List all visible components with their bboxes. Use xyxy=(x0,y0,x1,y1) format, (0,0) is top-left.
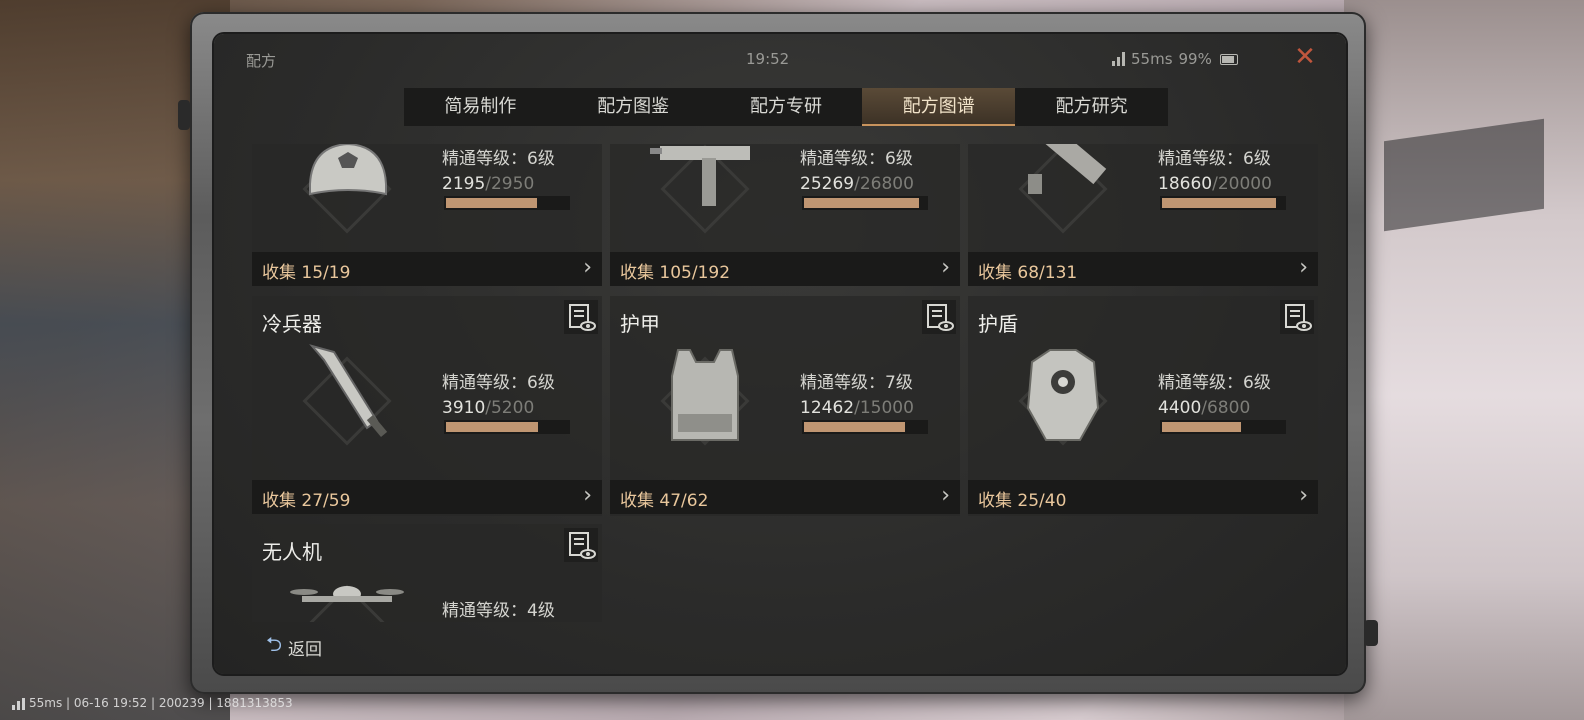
collection-row[interactable]: 收集 105/192 › xyxy=(610,252,960,286)
debug-footer: 55ms | 06-16 19:52 | 200239 | 1881313853 xyxy=(12,696,293,710)
cap-icon xyxy=(302,144,392,234)
smg-icon xyxy=(650,144,750,234)
battery-icon xyxy=(1219,53,1238,65)
category-name: 护甲 xyxy=(620,312,660,336)
collection-count: 收集 47/62 xyxy=(620,491,709,511)
category-card-headgear[interactable]: 精通等级：6级 2195/2950 收集 15/19 › xyxy=(252,144,602,286)
mastery-progress-fill xyxy=(446,198,537,208)
chevron-right-icon: › xyxy=(583,483,592,508)
category-card-armor[interactable]: 护甲 精通等级：7级 12462/15000 收集 47/62 › xyxy=(610,296,960,516)
category-card-drone[interactable]: 无人机 精通等级：4级 xyxy=(252,524,602,622)
back-arrow-icon: ⮌ xyxy=(266,632,283,656)
mastery-progress-bar xyxy=(1160,196,1286,210)
mastery-progress-fill xyxy=(804,422,905,432)
mastery-level: 精通等级：4级 xyxy=(442,601,555,621)
tab-simple-craft[interactable]: 简易制作 xyxy=(404,88,557,126)
collection-row[interactable]: 收集 47/62 › xyxy=(610,480,960,514)
mastery-progress-fill xyxy=(446,422,538,432)
category-card-melee[interactable]: 冷兵器 精通等级：6级 3910/5200 收集 27/59 › xyxy=(252,296,602,516)
launcher-icon xyxy=(1018,144,1108,234)
category-card-firearms[interactable]: 精通等级：6级 25269/26800 收集 105/192 › xyxy=(610,144,960,286)
mastery-progress-fill xyxy=(1162,198,1276,208)
mastery-progress-bar xyxy=(1160,420,1286,434)
collection-row[interactable]: 收集 68/131 › xyxy=(968,252,1318,286)
collection-count: 收集 105/192 xyxy=(620,263,731,283)
clock: 19:52 xyxy=(746,50,790,68)
chevron-right-icon: › xyxy=(583,255,592,280)
chevron-right-icon: › xyxy=(941,483,950,508)
tab-recipe-study[interactable]: 配方专研 xyxy=(710,88,863,126)
screen-title: 配方 xyxy=(246,52,277,70)
recipe-book-icon[interactable] xyxy=(1280,300,1314,334)
mastery-progress-fill xyxy=(804,198,919,208)
mastery-progress-bar xyxy=(802,196,928,210)
recipe-book-icon[interactable] xyxy=(922,300,956,334)
collection-row[interactable]: 收集 27/59 › xyxy=(252,480,602,514)
tab-bar: 简易制作 配方图鉴 配方专研 配方图谱 配方研究 xyxy=(404,88,1168,126)
close-icon: ✕ xyxy=(1294,42,1316,72)
signal-icon xyxy=(12,696,25,710)
battery-value: 99% xyxy=(1178,50,1212,68)
category-card-launchers[interactable]: 精通等级：6级 18660/20000 收集 68/131 › xyxy=(968,144,1318,286)
category-name: 无人机 xyxy=(262,540,322,564)
frame-hinge-right xyxy=(1364,620,1378,646)
mastery-progress-bar xyxy=(444,196,570,210)
footer-info: 55ms | 06-16 19:52 | 200239 | 1881313853 xyxy=(29,696,293,710)
mastery-level: 精通等级：6级 xyxy=(442,149,555,169)
tab-recipe-atlas[interactable]: 配方图谱 xyxy=(862,88,1016,126)
mastery-level: 精通等级：7级 xyxy=(800,373,913,393)
mastery-progress: 4400/6800 xyxy=(1158,398,1251,418)
network-status: 55ms 99% xyxy=(1112,50,1238,68)
mastery-progress: 25269/26800 xyxy=(800,174,914,194)
recipe-screen: 配方 19:52 55ms 99% ✕ 简易制作 配方图鉴 配方专研 配方图谱 … xyxy=(214,34,1346,674)
status-bar: 配方 19:52 55ms 99% ✕ xyxy=(214,34,1346,84)
category-grid: 精通等级：6级 2195/2950 收集 15/19 › 精通等级：6级 252… xyxy=(252,144,1318,622)
mastery-level: 精通等级：6级 xyxy=(442,373,555,393)
mastery-level: 精通等级：6级 xyxy=(1158,373,1271,393)
close-button[interactable]: ✕ xyxy=(1292,44,1318,70)
tab-recipe-catalog[interactable]: 配方图鉴 xyxy=(557,88,710,126)
blade-icon xyxy=(302,344,392,446)
chevron-right-icon: › xyxy=(1299,255,1308,280)
background-right xyxy=(1344,0,1584,720)
tab-recipe-research[interactable]: 配方研究 xyxy=(1015,88,1168,126)
mastery-progress: 3910/5200 xyxy=(442,398,535,418)
mastery-progress-bar xyxy=(802,420,928,434)
mastery-progress-bar xyxy=(444,420,570,434)
mastery-progress: 12462/15000 xyxy=(800,398,914,418)
chevron-right-icon: › xyxy=(941,255,950,280)
mastery-progress: 2195/2950 xyxy=(442,174,535,194)
shield-armor-icon xyxy=(1018,349,1108,446)
category-name: 冷兵器 xyxy=(262,312,322,336)
recipe-book-icon[interactable] xyxy=(564,528,598,562)
category-name: 护盾 xyxy=(978,312,1018,336)
collection-count: 收集 25/40 xyxy=(978,491,1067,511)
collection-row[interactable]: 收集 15/19 › xyxy=(252,252,602,286)
back-label: 返回 xyxy=(288,639,323,660)
chevron-right-icon: › xyxy=(1299,483,1308,508)
recipe-book-icon[interactable] xyxy=(564,300,598,334)
mastery-level: 精通等级：6级 xyxy=(1158,149,1271,169)
vest-icon xyxy=(660,349,750,446)
signal-icon xyxy=(1112,52,1125,66)
back-button[interactable]: ⮌ 返回 xyxy=(266,630,322,664)
collection-count: 收集 15/19 xyxy=(262,263,351,283)
mastery-progress-fill xyxy=(1162,422,1241,432)
mastery-progress: 18660/20000 xyxy=(1158,174,1272,194)
drone-icon xyxy=(290,584,404,622)
collection-count: 收集 27/59 xyxy=(262,491,351,511)
frame-hinge-left xyxy=(178,100,190,130)
category-card-shield[interactable]: 护盾 精通等级：6级 4400/6800 收集 25/40 › xyxy=(968,296,1318,516)
collection-count: 收集 68/131 xyxy=(978,263,1078,283)
ping-value: 55ms xyxy=(1131,50,1173,68)
collection-row[interactable]: 收集 25/40 › xyxy=(968,480,1318,514)
mastery-level: 精通等级：6级 xyxy=(800,149,913,169)
